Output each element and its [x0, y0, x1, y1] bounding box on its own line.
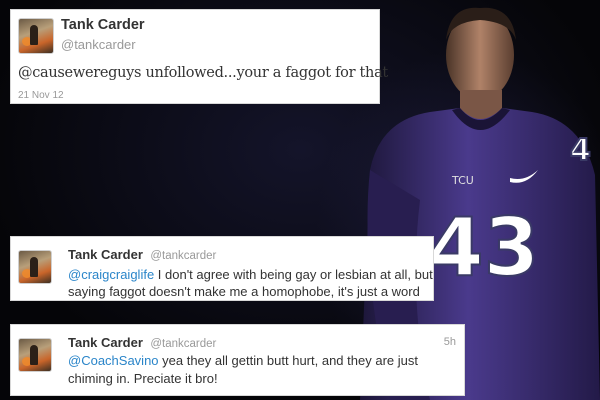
tweet-text: @CoachSavino yea they all gettin butt hu…	[68, 352, 458, 388]
tweet-time[interactable]: 5h	[444, 336, 456, 348]
tweet-date[interactable]: 21 Nov 12	[18, 90, 64, 101]
user-name[interactable]: Tank Carder	[61, 17, 145, 33]
user-name[interactable]: Tank Carder	[68, 335, 143, 350]
avatar[interactable]	[18, 250, 52, 284]
avatar[interactable]	[18, 338, 52, 372]
tweet-header: Tank Carder @tankcarder	[68, 246, 216, 264]
user-name[interactable]: Tank Carder	[68, 247, 143, 262]
tweet-card-2[interactable]: Tank Carder @tankcarder @craigcraiglife …	[10, 236, 434, 301]
tweet-card-3[interactable]: Tank Carder @tankcarder 5h @CoachSavino …	[10, 324, 465, 396]
mention-link[interactable]: @CoachSavino	[68, 353, 159, 368]
mention-link[interactable]: @craigcraiglife	[68, 267, 154, 282]
avatar[interactable]	[18, 18, 54, 54]
user-handle[interactable]: @tankcarder	[150, 250, 216, 262]
tweet-text: @causewereguys unfollowed...your a faggo…	[18, 65, 388, 81]
jersey-number: 43	[428, 201, 539, 294]
jersey-number-sleeve: 4	[570, 133, 591, 168]
tweet-card-1[interactable]: Tank Carder @tankcarder @causewereguys u…	[10, 9, 388, 104]
tcu-logo: TCU	[451, 174, 474, 187]
user-handle[interactable]: @tankcarder	[61, 37, 136, 52]
tweet-text: @craigcraiglife I don't agree with being…	[68, 266, 433, 300]
user-handle[interactable]: @tankcarder	[150, 338, 216, 350]
tweet-header: Tank Carder @tankcarder	[68, 334, 216, 352]
